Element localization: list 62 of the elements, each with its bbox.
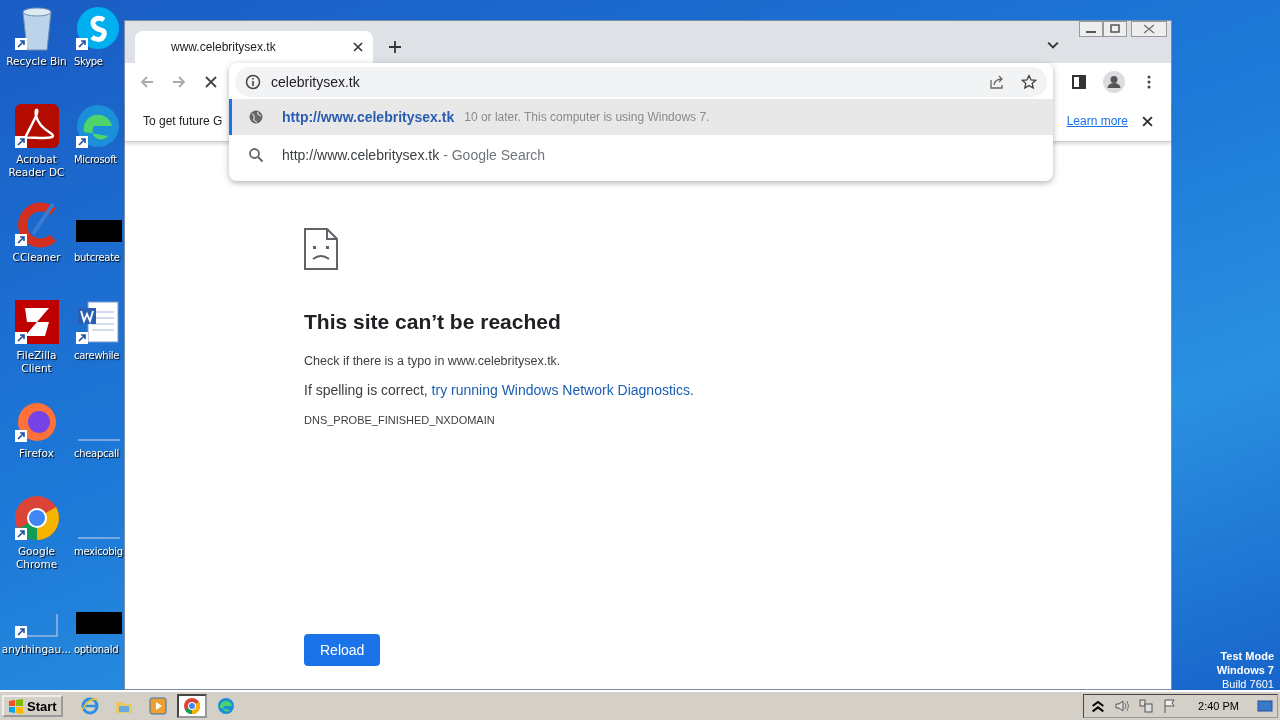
icon-label[interactable]: Microsoft (74, 153, 117, 166)
globe-icon (248, 109, 264, 125)
infobar-text: To get future G (143, 114, 223, 128)
error-suggestion: If spelling is correct, try running Windows Network Diagnostics. (304, 382, 694, 398)
icon-label[interactable]: carewhile (74, 349, 120, 362)
icon-label[interactable]: Recycle Bin (6, 55, 67, 68)
icon-label[interactable]: anythingau... (1, 643, 72, 656)
show-hidden-icons-icon[interactable] (1090, 698, 1107, 714)
filezilla-icon[interactable] (12, 298, 61, 346)
chrome-icon[interactable] (181, 696, 202, 716)
browser-tab[interactable]: www.celebritysex.tk (135, 31, 373, 63)
infobar-text: 10 or later. This computer is using Windows 7. (464, 110, 710, 124)
show-desktop-icon[interactable] (1257, 698, 1273, 714)
icon-label[interactable]: butcreate (74, 251, 120, 264)
close-tab-icon[interactable] (353, 42, 363, 52)
address-text[interactable]: celebritysex.tk (271, 74, 360, 90)
reload-button[interactable]: Reload (304, 634, 381, 666)
address-bar[interactable]: celebritysex.tk (235, 67, 1047, 97)
icon-label[interactable]: FileZilla Client (0, 349, 73, 375)
sad-page-icon (304, 228, 338, 270)
close-icon[interactable] (1142, 115, 1153, 127)
stop-loading-icon[interactable] (203, 74, 219, 90)
search-icon (248, 147, 264, 163)
icon-label[interactable]: mexicobig (74, 545, 123, 558)
diagnostics-link[interactable]: try running Windows Network Diagnostics (431, 382, 690, 398)
icon-label[interactable]: cheapcall (74, 447, 119, 460)
side-panel-icon[interactable] (1071, 74, 1087, 90)
icon-label[interactable]: Acrobat Reader DC (0, 153, 73, 179)
chrome-icon[interactable] (12, 494, 61, 542)
test-mode-text: Build 7601 (1222, 677, 1274, 691)
new-tab-icon[interactable] (389, 41, 401, 53)
test-mode-text: Test Mode (1220, 649, 1274, 663)
speaker-icon[interactable] (1114, 698, 1131, 714)
skype-icon[interactable] (74, 4, 122, 52)
acrobat-icon[interactable] (12, 102, 61, 150)
error-heading: This site can’t be reached (304, 310, 561, 334)
icon-label[interactable]: Skype (74, 55, 103, 68)
edge-icon[interactable] (74, 102, 122, 150)
word-document-icon[interactable] (74, 298, 122, 346)
media-player-icon[interactable] (147, 696, 168, 716)
profile-avatar-icon[interactable] (1103, 71, 1125, 93)
tab-search-icon[interactable] (1047, 41, 1059, 49)
windows-flag-icon (8, 698, 24, 714)
error-code: DNS_PROBE_FINISHED_NXDOMAIN (304, 414, 495, 426)
test-mode-text: Windows 7 (1216, 663, 1274, 677)
share-icon[interactable] (989, 74, 1005, 90)
network-icon[interactable] (1138, 698, 1155, 714)
icon-label[interactable]: CCleaner (12, 251, 61, 264)
icon-label[interactable]: Firefox (19, 447, 54, 460)
taskbar-app[interactable] (176, 694, 207, 718)
suggestion-item[interactable]: http://www.celebritysex.tk 10 or later. This computer is using Windows 7. (229, 99, 1053, 135)
start-button[interactable]: Start (2, 695, 63, 717)
icon-label[interactable]: Google Chrome (0, 545, 73, 571)
minimize-icon[interactable] (1079, 21, 1103, 37)
star-icon[interactable] (1021, 74, 1037, 90)
restore-icon[interactable] (1103, 21, 1127, 37)
error-message: Check if there is a typo in www.celebritysex.tk. (304, 354, 561, 368)
clock[interactable]: 2:40 PM (1198, 700, 1239, 712)
info-icon[interactable] (245, 74, 261, 90)
suggestion-item[interactable]: http://www.celebritysex.tk - Google Search (229, 137, 1053, 173)
learn-more-link[interactable]: Learn more (1066, 114, 1128, 128)
icon-label[interactable]: optionald (74, 643, 119, 656)
